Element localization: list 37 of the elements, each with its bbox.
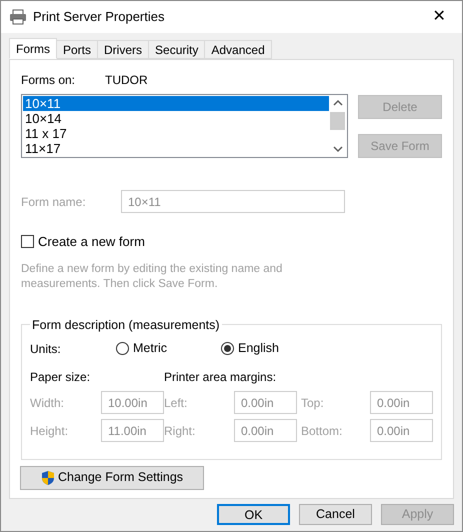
- paper-size-label: Paper size:: [30, 369, 92, 386]
- radio-button[interactable]: [116, 342, 129, 356]
- radio-label[interactable]: Metric: [133, 339, 168, 358]
- tab[interactable]: Ports: [56, 40, 98, 59]
- list-item[interactable]: 10×14: [23, 111, 329, 126]
- field-label: Height:: [30, 422, 70, 440]
- margins-label: Printer area margins:: [164, 369, 278, 386]
- window-title: Print Server Properties: [33, 8, 164, 26]
- list-item[interactable]: 11×17: [23, 141, 329, 156]
- printer-icon: [9, 9, 27, 25]
- field-label: Right:: [164, 422, 196, 440]
- forms-on-label: Forms on:: [21, 72, 76, 89]
- radio-label[interactable]: English: [238, 339, 279, 358]
- units-label: Units:: [30, 340, 62, 358]
- list-item[interactable]: 11 x 17: [23, 126, 329, 141]
- field-label: Width:: [30, 394, 66, 412]
- field-label: Left:: [164, 394, 188, 412]
- form-name-label: Form name:: [21, 194, 87, 210]
- dialog-button[interactable]: OK: [217, 504, 290, 525]
- dialog-button[interactable]: Cancel: [299, 504, 372, 525]
- radio-button[interactable]: [221, 342, 234, 356]
- tab[interactable]: Advanced: [204, 40, 272, 59]
- field-label: Bottom:: [301, 422, 344, 440]
- scroll-thumb[interactable]: [330, 112, 345, 130]
- group-title: Form description (measurements): [31, 316, 221, 334]
- tab[interactable]: Drivers: [97, 40, 150, 59]
- field-label: Top:: [301, 394, 325, 412]
- checkbox-label[interactable]: Create a new form: [38, 232, 145, 252]
- server-name: TUDOR: [105, 72, 148, 89]
- shield-icon: [40, 470, 55, 486]
- tab[interactable]: Forms: [9, 38, 57, 59]
- hint-text: Define a new form by editing the existing name and measurements. Then click Save Form.: [21, 262, 284, 292]
- list-item[interactable]: 10×11: [23, 96, 329, 111]
- close-button[interactable]: ✕: [416, 1, 462, 33]
- tab[interactable]: Security: [148, 40, 206, 59]
- checkbox[interactable]: [21, 235, 34, 248]
- change-form-settings-button[interactable]: Change Form Settings: [20, 466, 204, 490]
